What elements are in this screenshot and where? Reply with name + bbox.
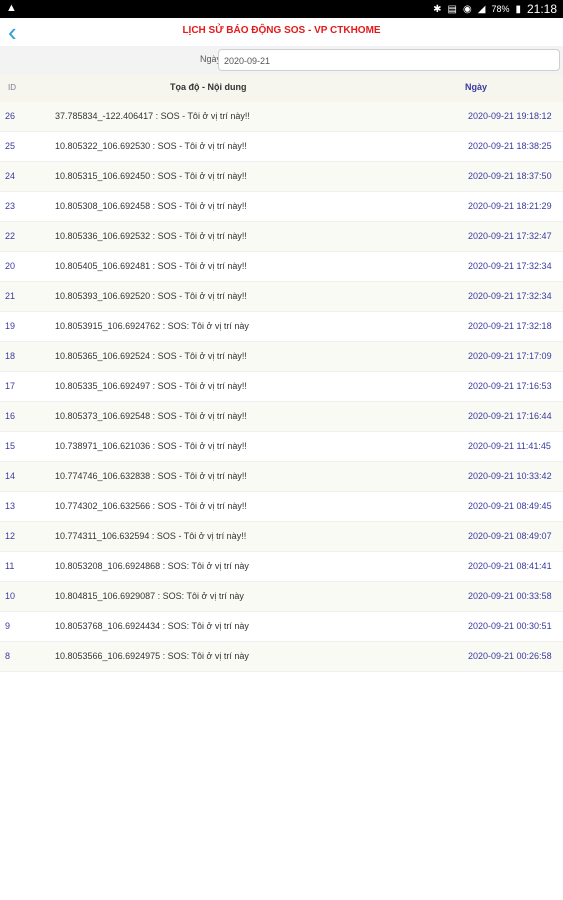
row-date: 2020-09-21 17:16:44 xyxy=(468,411,552,421)
row-id: 23 xyxy=(5,201,16,211)
table-row[interactable]: 19 10.8053915_106.6924762 : SOS: Tôi ở vị… xyxy=(0,312,563,342)
table-row[interactable]: 26 37.785834_-122.406417 : SOS - Tôi ở vị… xyxy=(0,102,563,132)
row-content: 10.805315_106.692450 : SOS - Tôi ở vị tr… xyxy=(55,171,247,181)
row-content: 10.805335_106.692497 : SOS - Tôi ở vị tr… xyxy=(55,381,247,391)
bluetooth-icon: ✱ xyxy=(433,3,442,15)
table-row[interactable]: 18 10.805365_106.692524 : SOS - Tôi ở vị … xyxy=(0,342,563,372)
row-id: 8 xyxy=(5,651,11,661)
row-id: 14 xyxy=(5,471,16,481)
row-date: 2020-09-21 17:16:53 xyxy=(468,381,552,391)
row-date: 2020-09-21 18:37:50 xyxy=(468,171,552,181)
row-date: 2020-09-21 08:49:07 xyxy=(468,531,552,541)
row-id: 20 xyxy=(5,261,16,271)
table-row[interactable]: 14 10.774746_106.632838 : SOS - Tôi ở vị … xyxy=(0,462,563,492)
row-date: 2020-09-21 18:21:29 xyxy=(468,201,552,211)
row-content: 10.804815_106.6929087 : SOS: Tôi ở vị tr… xyxy=(55,591,244,601)
row-date: 2020-09-21 17:32:34 xyxy=(468,261,552,271)
row-id: 10 xyxy=(5,591,16,601)
warning-icon: ▲ xyxy=(6,2,17,14)
battery-percent: 78% xyxy=(491,4,510,14)
row-date: 2020-09-21 08:41:41 xyxy=(468,561,552,571)
row-id: 13 xyxy=(5,501,16,511)
vibrate-icon: ▤ xyxy=(447,3,457,15)
row-date: 2020-09-21 00:30:51 xyxy=(468,621,552,631)
app-header: ‹ LỊCH SỬ BÁO ĐỘNG SOS - VP CTKHOME xyxy=(0,18,563,47)
row-date: 2020-09-21 08:49:45 xyxy=(468,501,552,511)
row-content: 10.805336_106.692532 : SOS - Tôi ở vị tr… xyxy=(55,231,247,241)
row-content: 10.805308_106.692458 : SOS - Tôi ở vị tr… xyxy=(55,201,247,211)
row-date: 2020-09-21 11:41:45 xyxy=(468,441,551,451)
row-content: 10.805393_106.692520 : SOS - Tôi ở vị tr… xyxy=(55,291,247,301)
row-content: 10.774746_106.632838 : SOS - Tôi ở vị tr… xyxy=(55,471,247,481)
row-content: 10.8053768_106.6924434 : SOS: Tôi ở vị t… xyxy=(55,621,249,631)
date-filter-bar: Ngày: 2020-09-21 xyxy=(0,46,563,75)
table-row[interactable]: 8 10.8053566_106.6924975 : SOS: Tôi ở vị … xyxy=(0,642,563,672)
row-content: 10.774302_106.632566 : SOS - Tôi ở vị tr… xyxy=(55,501,247,511)
row-id: 24 xyxy=(5,171,16,181)
date-input[interactable]: 2020-09-21 xyxy=(218,49,560,71)
table-row[interactable]: 21 10.805393_106.692520 : SOS - Tôi ở vị … xyxy=(0,282,563,312)
table-row[interactable]: 16 10.805373_106.692548 : SOS - Tôi ở vị … xyxy=(0,402,563,432)
row-content: 10.8053566_106.6924975 : SOS: Tôi ở vị t… xyxy=(55,651,249,661)
row-content: 10.805405_106.692481 : SOS - Tôi ở vị tr… xyxy=(55,261,247,271)
row-id: 15 xyxy=(5,441,16,451)
row-id: 9 xyxy=(5,621,11,631)
row-date: 2020-09-21 17:32:34 xyxy=(468,291,552,301)
row-content: 10.8053915_106.6924762 : SOS: Tôi ở vị t… xyxy=(55,321,249,331)
row-id: 22 xyxy=(5,231,16,241)
table-row[interactable]: 13 10.774302_106.632566 : SOS - Tôi ở vị … xyxy=(0,492,563,522)
table-row[interactable]: 15 10.738971_106.621036 : SOS - Tôi ở vị … xyxy=(0,432,563,462)
row-date: 2020-09-21 00:26:58 xyxy=(468,651,552,661)
row-id: 11 xyxy=(5,561,15,571)
row-id: 16 xyxy=(5,411,16,421)
row-date: 2020-09-21 17:32:18 xyxy=(468,321,552,331)
table-row[interactable]: 11 10.8053208_106.6924868 : SOS: Tôi ở vị… xyxy=(0,552,563,582)
table-row[interactable]: 25 10.805322_106.692530 : SOS - Tôi ở vị … xyxy=(0,132,563,162)
table-row[interactable]: 10 10.804815_106.6929087 : SOS: Tôi ở vị … xyxy=(0,582,563,612)
row-content: 10.805373_106.692548 : SOS - Tôi ở vị tr… xyxy=(55,411,247,421)
row-id: 12 xyxy=(5,531,16,541)
row-id: 25 xyxy=(5,141,16,151)
table-row[interactable]: 17 10.805335_106.692497 : SOS - Tôi ở vị … xyxy=(0,372,563,402)
page-title: LỊCH SỬ BÁO ĐỘNG SOS - VP CTKHOME xyxy=(182,25,381,36)
row-id: 21 xyxy=(5,291,16,301)
row-id: 17 xyxy=(5,381,16,391)
row-content: 10.738971_106.621036 : SOS - Tôi ở vị tr… xyxy=(55,441,247,451)
signal-icon: ◢ xyxy=(477,3,486,15)
row-content: 37.785834_-122.406417 : SOS - Tôi ở vị t… xyxy=(55,111,250,121)
status-icons: ✱ ▤ ◉ ◢ 78% ▮ 21:18 xyxy=(433,2,557,16)
table-row[interactable]: 24 10.805315_106.692450 : SOS - Tôi ở vị … xyxy=(0,162,563,192)
row-date: 2020-09-21 00:33:58 xyxy=(468,591,552,601)
column-header-date: Ngày xyxy=(465,82,488,92)
column-header-id: ID xyxy=(8,83,16,92)
row-id: 26 xyxy=(5,111,16,121)
sos-history-list: 26 37.785834_-122.406417 : SOS - Tôi ở vị… xyxy=(0,102,563,672)
table-row[interactable]: 12 10.774311_106.632594 : SOS - Tôi ở vị … xyxy=(0,522,563,552)
row-id: 18 xyxy=(5,351,16,361)
table-row[interactable]: 22 10.805336_106.692532 : SOS - Tôi ở vị … xyxy=(0,222,563,252)
column-header-content: Tọa độ - Nội dung xyxy=(170,82,247,92)
row-content: 10.8053208_106.6924868 : SOS: Tôi ở vị t… xyxy=(55,561,249,571)
row-id: 19 xyxy=(5,321,16,331)
row-date: 2020-09-21 19:18:12 xyxy=(468,111,552,121)
row-date: 2020-09-21 10:33:42 xyxy=(468,471,552,481)
table-header: ID Tọa độ - Nội dung Ngày xyxy=(0,75,563,103)
table-row[interactable]: 20 10.805405_106.692481 : SOS - Tôi ở vị … xyxy=(0,252,563,282)
row-content: 10.805322_106.692530 : SOS - Tôi ở vị tr… xyxy=(55,141,247,151)
row-date: 2020-09-21 18:38:25 xyxy=(468,141,552,151)
row-content: 10.805365_106.692524 : SOS - Tôi ở vị tr… xyxy=(55,351,247,361)
row-date: 2020-09-21 17:17:09 xyxy=(468,351,552,361)
table-row[interactable]: 9 10.8053768_106.6924434 : SOS: Tôi ở vị … xyxy=(0,612,563,642)
row-date: 2020-09-21 17:32:47 xyxy=(468,231,552,241)
row-content: 10.774311_106.632594 : SOS - Tôi ở vị tr… xyxy=(55,531,247,541)
battery-icon: ▮ xyxy=(515,3,521,15)
status-bar: ▲ ✱ ▤ ◉ ◢ 78% ▮ 21:18 xyxy=(0,0,563,18)
wifi-icon: ◉ xyxy=(463,3,472,15)
table-row[interactable]: 23 10.805308_106.692458 : SOS - Tôi ở vị … xyxy=(0,192,563,222)
clock: 21:18 xyxy=(526,2,557,16)
